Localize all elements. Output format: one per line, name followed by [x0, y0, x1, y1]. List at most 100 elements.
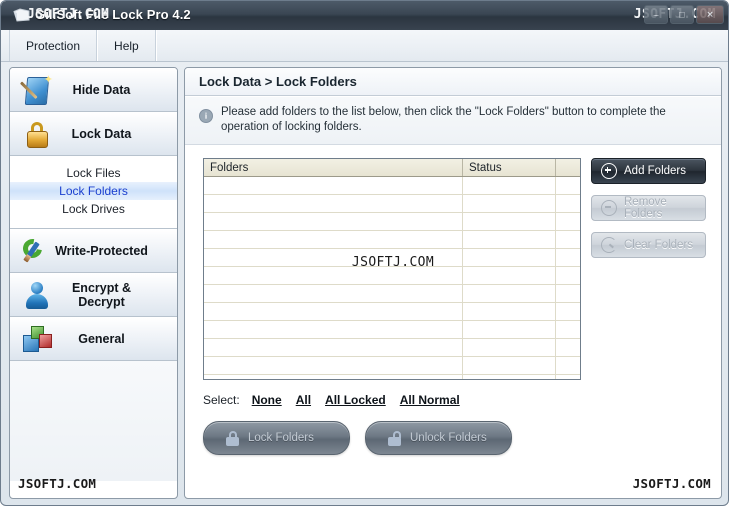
table-cell-empty — [555, 248, 580, 267]
table-row-empty[interactable] — [204, 266, 580, 285]
remove-folders-button-label: Remove Folders — [624, 196, 667, 220]
lock-closed-icon — [226, 430, 239, 446]
table-row-empty[interactable] — [204, 284, 580, 303]
main-panel: Lock Data > Lock Folders Please add fold… — [184, 67, 722, 499]
table-cell-empty — [462, 248, 556, 267]
wand-icon: ✦ — [19, 75, 53, 105]
sidebar: ✦ Hide Data Lock Data Lock Files Lock Fo… — [9, 67, 178, 499]
menu-bar: Protection Help — [1, 30, 728, 62]
table-cell-empty — [555, 356, 580, 375]
table-row-empty[interactable] — [204, 176, 580, 195]
select-all-normal-link[interactable]: All Normal — [400, 393, 460, 407]
clear-folders-button[interactable]: Clear Folders — [591, 232, 706, 258]
table-cell-empty — [462, 338, 556, 357]
plus-circle-icon — [601, 163, 617, 179]
table-row-empty[interactable] — [204, 212, 580, 231]
window-controls: – □ ✕ — [644, 5, 724, 24]
sidebar-group-encrypt-decrypt[interactable]: Encrypt & Decrypt — [10, 273, 177, 317]
table-cell-empty — [204, 212, 463, 231]
sidebar-item-lock-drives[interactable]: Lock Drives — [10, 200, 177, 218]
maximize-button[interactable]: □ — [670, 5, 694, 24]
breadcrumb: Lock Data > Lock Folders — [185, 68, 721, 96]
sidebar-item-lock-files[interactable]: Lock Files — [10, 164, 177, 182]
table-cell-empty — [462, 194, 556, 213]
select-all-locked-link[interactable]: All Locked — [325, 393, 386, 407]
sidebar-group-hide-data[interactable]: ✦ Hide Data — [10, 68, 177, 112]
table-cell-empty — [462, 230, 556, 249]
minimize-icon: – — [653, 9, 659, 19]
select-label: Select: — [203, 393, 240, 407]
close-button[interactable]: ✕ — [696, 5, 724, 24]
table-cell-empty — [204, 374, 463, 379]
table-row-empty[interactable] — [204, 320, 580, 339]
unlock-folders-button[interactable]: Unlock Folders — [365, 421, 512, 455]
maximize-icon: □ — [679, 9, 685, 19]
table-cell-empty — [555, 374, 580, 379]
lock-open-icon — [388, 430, 401, 446]
table-cell-empty — [204, 320, 463, 339]
table-cell-empty — [204, 230, 463, 249]
table-row-empty[interactable] — [204, 374, 580, 379]
sidebar-group-general[interactable]: General — [10, 317, 177, 361]
sidebar-filler — [10, 361, 177, 481]
add-folders-button-label: Add Folders — [624, 165, 687, 177]
table-cell-empty — [204, 284, 463, 303]
select-none-link[interactable]: None — [252, 393, 282, 407]
folders-table-body — [204, 176, 580, 379]
menu-bar-filler — [155, 30, 728, 61]
title-bar[interactable]: GiliSoft File Lock Pro 4.2 JSOFTJ.COM JS… — [1, 1, 728, 31]
menu-item-help-label: Help — [114, 38, 139, 53]
sidebar-group-lock-data[interactable]: Lock Data — [10, 112, 177, 156]
table-cell-empty — [462, 374, 556, 379]
sidebar-group-write-protected-label: Write-Protected — [55, 244, 148, 258]
application-window: GiliSoft File Lock Pro 4.2 JSOFTJ.COM JS… — [0, 0, 729, 506]
table-cell-empty — [462, 266, 556, 285]
table-cell-empty — [555, 320, 580, 339]
table-cell-empty — [462, 302, 556, 321]
table-row-empty[interactable] — [204, 194, 580, 213]
table-row-empty[interactable] — [204, 248, 580, 267]
minimize-button[interactable]: – — [644, 5, 668, 24]
lock-folders-button-label: Lock Folders — [248, 432, 314, 444]
table-cell-empty — [204, 248, 463, 267]
sidebar-group-write-protected[interactable]: Write-Protected — [10, 229, 177, 273]
info-text: Please add folders to the list below, th… — [221, 106, 666, 133]
folders-table-head: Folders Status — [204, 159, 580, 177]
add-folders-button[interactable]: Add Folders — [591, 158, 706, 184]
close-icon: ✕ — [706, 9, 714, 19]
column-header-status[interactable]: Status — [462, 159, 556, 177]
unlock-folders-button-label: Unlock Folders — [410, 432, 487, 444]
lock-folders-button[interactable]: Lock Folders — [203, 421, 350, 455]
column-header-extra[interactable] — [555, 159, 580, 177]
table-cell-empty — [555, 176, 580, 195]
table-cell-empty — [462, 284, 556, 303]
table-row-empty[interactable] — [204, 302, 580, 321]
padlock-icon — [22, 119, 52, 149]
remove-folders-button[interactable]: Remove Folders — [591, 195, 706, 221]
minus-circle-icon — [601, 200, 617, 216]
info-box: Please add folders to the list below, th… — [185, 97, 721, 145]
table-cell-empty — [555, 212, 580, 231]
sidebar-item-lock-folders[interactable]: Lock Folders — [10, 182, 177, 200]
folders-table-element: Folders Status — [204, 159, 580, 379]
column-header-folders[interactable]: Folders — [204, 159, 463, 177]
lock-action-row: Lock Folders Unlock Folders — [203, 421, 512, 455]
table-cell-empty — [462, 320, 556, 339]
menu-item-help[interactable]: Help — [97, 30, 156, 61]
table-cell-empty — [555, 194, 580, 213]
blocks-icon — [22, 324, 52, 354]
table-cell-empty — [462, 356, 556, 375]
table-row-empty[interactable] — [204, 356, 580, 375]
pencil-circle-icon — [19, 235, 52, 266]
menu-item-protection[interactable]: Protection — [9, 30, 98, 61]
table-row-empty[interactable] — [204, 230, 580, 249]
table-cell-empty — [204, 356, 463, 375]
select-row: Select: None All All Locked All Normal — [203, 393, 474, 407]
table-cell-empty — [462, 212, 556, 231]
table-cell-empty — [204, 176, 463, 195]
folders-table[interactable]: Folders Status JSOFTJ.COM — [203, 158, 581, 380]
select-all-link[interactable]: All — [296, 393, 311, 407]
table-row-empty[interactable] — [204, 338, 580, 357]
watermark-title-left: JSOFTJ.COM — [27, 7, 110, 22]
table-cell-empty — [555, 284, 580, 303]
